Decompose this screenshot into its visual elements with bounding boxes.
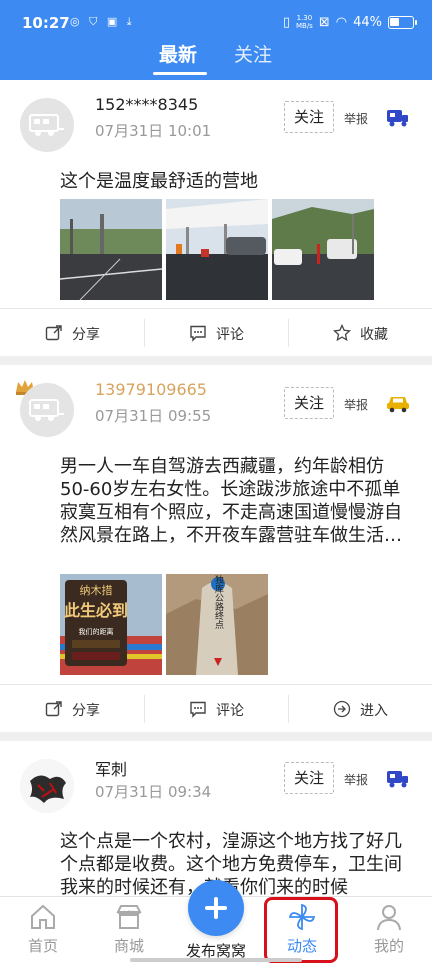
battery-percent: 44% <box>353 14 382 30</box>
post-time: 07月31日 10:01 <box>95 122 212 140</box>
share-button[interactable]: 分享 <box>0 685 144 733</box>
post-photo[interactable]: 纳木措 此生必到 我们的距离 <box>60 574 162 675</box>
report-link[interactable]: 举报 <box>344 771 368 788</box>
battery-icon <box>388 15 417 29</box>
post-photo[interactable] <box>272 199 374 300</box>
nav-feed[interactable]: 动态 <box>259 897 345 964</box>
svg-text:独库公路终点: 独库公路终点 <box>213 574 224 630</box>
share-icon <box>45 701 62 717</box>
nav-shop[interactable]: 商城 <box>86 897 172 964</box>
pinwheel-icon <box>288 903 316 931</box>
network-speed: 1.30 MB/s <box>295 14 313 30</box>
nav-profile[interactable]: 我的 <box>346 897 432 964</box>
avatar[interactable] <box>20 98 74 152</box>
post-photo[interactable]: 独库公路终点 <box>166 574 268 675</box>
post-card: 13979109665 07月31日 09:55 关注 举报 男一人一车自驾游去… <box>0 365 432 732</box>
post-content: 这个是温度最舒适的营地 <box>60 171 258 192</box>
post-content: 男一人一车自驾游去西藏疆，约年龄相仿50-60岁左右女性。长途跋涉旅途中不孤单寂… <box>60 456 402 546</box>
wifi-icon: ◠ <box>335 14 348 30</box>
enter-icon <box>333 700 351 718</box>
avatar[interactable] <box>20 383 74 437</box>
follow-button[interactable]: 关注 <box>284 101 334 133</box>
comment-icon <box>190 325 206 342</box>
post-actions: 分享 评论 收藏 <box>0 308 432 356</box>
star-icon <box>333 324 351 342</box>
svg-text:我们的距离: 我们的距离 <box>79 627 114 636</box>
shop-icon <box>116 905 142 929</box>
notification-icons: ◎ ⛉ ▣ ⤓ <box>70 15 135 28</box>
post-actions: 分享 评论 进入 <box>0 684 432 732</box>
tab-latest[interactable]: 最新 <box>159 40 197 67</box>
profile-icon <box>377 905 401 931</box>
follow-button[interactable]: 关注 <box>284 387 334 419</box>
post-time: 07月31日 09:55 <box>95 407 212 425</box>
status-bar: 10:27 ◎ ⛉ ▣ ⤓ ▯ 1.30 MB/s ⊠ ◠ 44% <box>0 0 432 42</box>
report-link[interactable]: 举报 <box>344 110 368 127</box>
post-card: 152****8345 07月31日 10:01 关注 举报 这个是温度最舒适的… <box>0 80 432 356</box>
vibrate-icon: ▯ <box>282 14 290 30</box>
username[interactable]: 军刺 <box>95 756 127 780</box>
share-icon <box>45 325 62 341</box>
status-time: 10:27 <box>22 14 70 32</box>
tab-following[interactable]: 关注 <box>234 40 272 67</box>
active-tab-indicator <box>153 72 207 75</box>
post-content: 这个点是一个农村，湟源这个地方找了好几个点都是收费。这个地方免费停车，卫生间我来… <box>60 831 402 896</box>
favorite-button[interactable]: 收藏 <box>288 309 432 357</box>
svg-text:纳木措: 纳木措 <box>80 583 113 597</box>
signal-icon: ⊠ <box>318 14 330 30</box>
username[interactable]: 13979109665 <box>95 380 207 399</box>
avatar[interactable] <box>20 759 74 813</box>
car-icon <box>387 397 409 413</box>
caravan-icon <box>387 771 408 788</box>
post-photo[interactable] <box>60 199 162 300</box>
share-button[interactable]: 分享 <box>0 309 144 357</box>
enter-button[interactable]: 进入 <box>288 685 432 733</box>
nav-home[interactable]: 首页 <box>0 897 86 964</box>
publish-button[interactable] <box>188 880 244 936</box>
post-card: 军刺 07月31日 09:34 关注 举报 这个点是一个农村，湟源这个地方找了好… <box>0 741 432 896</box>
username[interactable]: 152****8345 <box>95 95 198 114</box>
app-header: 10:27 ◎ ⛉ ▣ ⤓ ▯ 1.30 MB/s ⊠ ◠ 44% 最新 关注 <box>0 0 432 80</box>
comment-icon <box>190 701 206 718</box>
feed-tabs: 最新 关注 <box>0 40 432 78</box>
follow-button[interactable]: 关注 <box>284 762 334 794</box>
comment-button[interactable]: 评论 <box>144 685 288 733</box>
status-right: ▯ 1.30 MB/s ⊠ ◠ 44% <box>282 14 417 30</box>
svg-text:此生必到: 此生必到 <box>64 601 128 620</box>
comment-button[interactable]: 评论 <box>144 309 288 357</box>
post-photo[interactable] <box>166 199 268 300</box>
home-icon <box>31 904 55 929</box>
report-link[interactable]: 举报 <box>344 396 368 413</box>
home-indicator <box>130 958 302 962</box>
caravan-icon <box>387 110 408 127</box>
post-time: 07月31日 09:34 <box>95 783 212 801</box>
